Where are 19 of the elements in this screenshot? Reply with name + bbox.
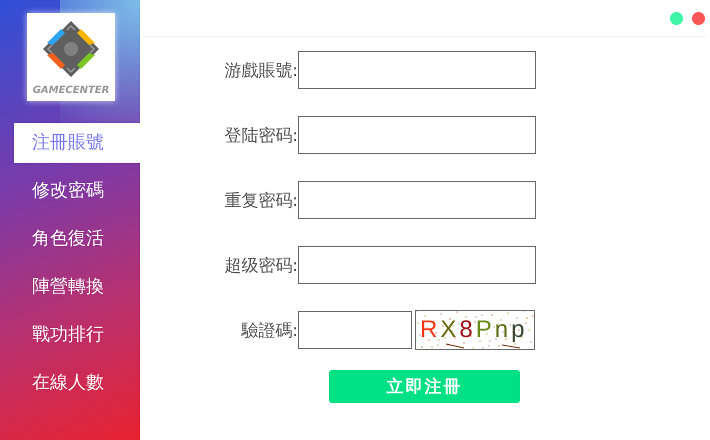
field-label: 驗證碼: [240,320,298,342]
field-label: 登陆密码: [223,124,298,146]
input-field[interactable] [298,51,536,89]
captcha-image[interactable]: RX8Pnp [415,310,535,350]
nav-item[interactable]: 在線人數 [14,363,140,403]
nav-item[interactable]: 注冊賬號 [14,123,140,163]
logo-text: GAMECENTER [32,85,110,97]
input-field[interactable] [298,181,536,219]
field-label: 超级密码: [223,254,298,276]
nav-item[interactable]: 角色復活 [14,219,140,259]
nav-item[interactable]: 戰功排行 [14,315,140,355]
nav-item[interactable]: 修改密碼 [14,171,140,211]
field-label: 重复密码: [223,190,298,212]
window-control-button[interactable] [692,12,705,24]
input-field[interactable] [298,116,536,154]
input-field[interactable] [298,246,536,284]
captcha-field[interactable] [298,311,412,349]
field-label: 游戲賬號: [223,60,298,82]
nav-item[interactable]: 陣營轉換 [14,267,140,307]
